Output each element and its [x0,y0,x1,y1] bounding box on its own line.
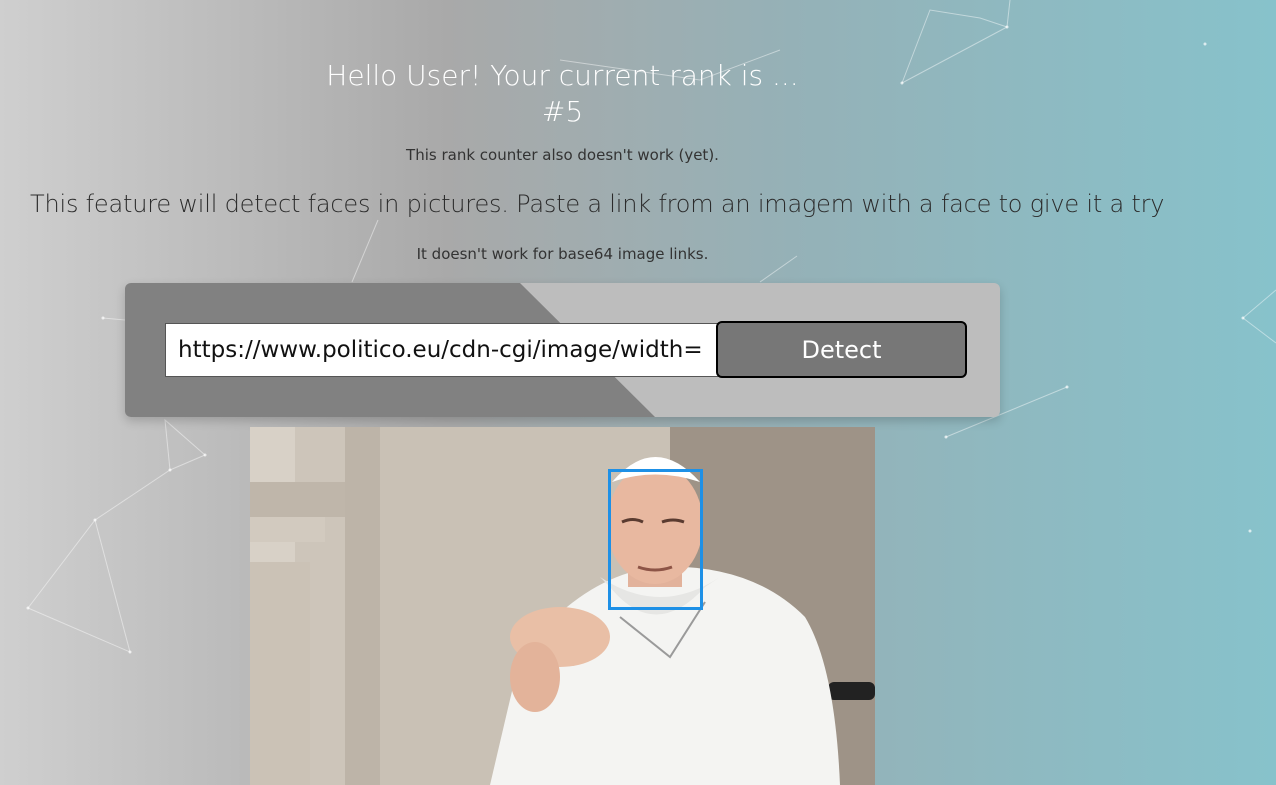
rank-note: This rank counter also doesn't work (yet… [406,146,719,164]
greeting-text: Hello User! Your current rank is ... [326,59,799,92]
image-url-input[interactable] [165,323,725,377]
result-image [250,427,875,785]
image-link-form: Detect [125,283,1000,417]
photo-of-person-icon [250,427,875,785]
rank-value: #5 [541,95,584,128]
detect-button[interactable]: Detect [716,321,967,378]
base64-note: It doesn't work for base64 image links. [416,245,709,263]
feature-description: This feature will detect faces in pictur… [30,190,1165,218]
face-detection-box [608,469,703,610]
rank-greeting: Hello User! Your current rank is ... #5 [0,58,1125,130]
